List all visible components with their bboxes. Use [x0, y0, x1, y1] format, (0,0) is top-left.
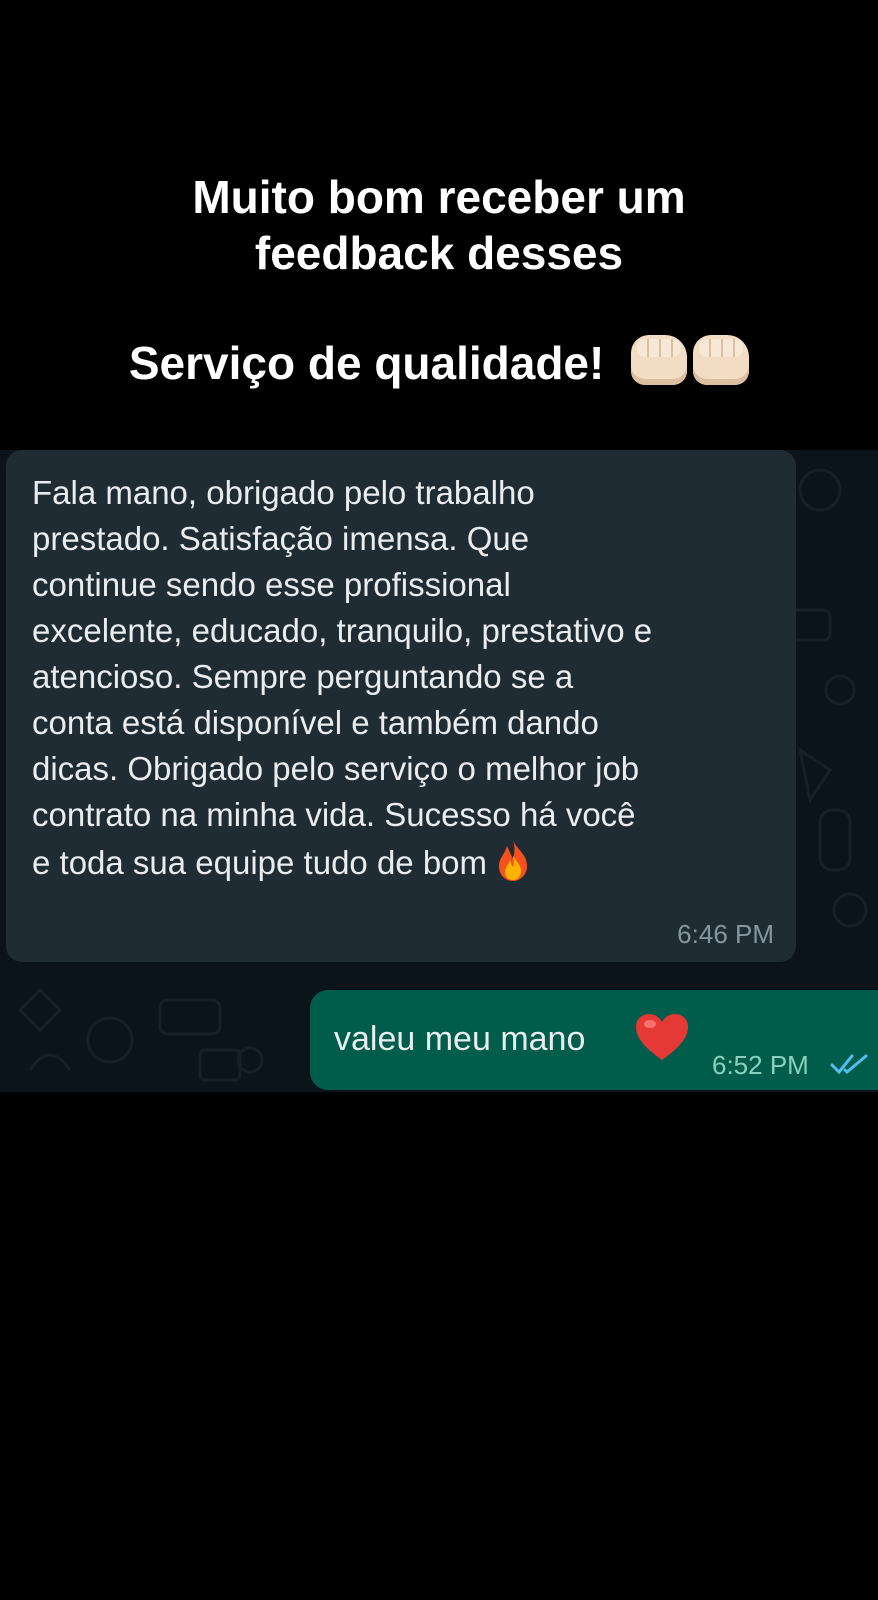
caption-line-2: feedback desses	[254, 227, 624, 279]
outgoing-message-text: valeu meu mano	[334, 1020, 586, 1058]
outgoing-message[interactable]: valeu meu mano 6:52 PM	[310, 990, 878, 1090]
outgoing-message-time: 6:52 PM	[712, 1050, 809, 1080]
incoming-message[interactable]: Fala mano, obrigado pelo trabalho presta…	[6, 450, 796, 962]
incoming-message-time: 6:46 PM	[677, 919, 774, 949]
caption-line-1: Muito bom receber um	[192, 171, 686, 223]
incoming-message-body: Fala mano, obrigado pelo trabalho presta…	[32, 474, 653, 881]
double-check-icon	[830, 1054, 868, 1075]
incoming-message-text: Fala mano, obrigado pelo trabalho presta…	[32, 470, 782, 886]
heart-icon	[636, 1014, 688, 1060]
fist-bump-icon	[625, 335, 750, 398]
fire-icon	[499, 840, 528, 881]
caption-text: Serviço de qualidade!	[128, 337, 605, 389]
chat-area[interactable]: Fala mano, obrigado pelo trabalho presta…	[0, 450, 878, 1092]
caption-line-3: Serviço de qualidade!	[0, 334, 878, 398]
